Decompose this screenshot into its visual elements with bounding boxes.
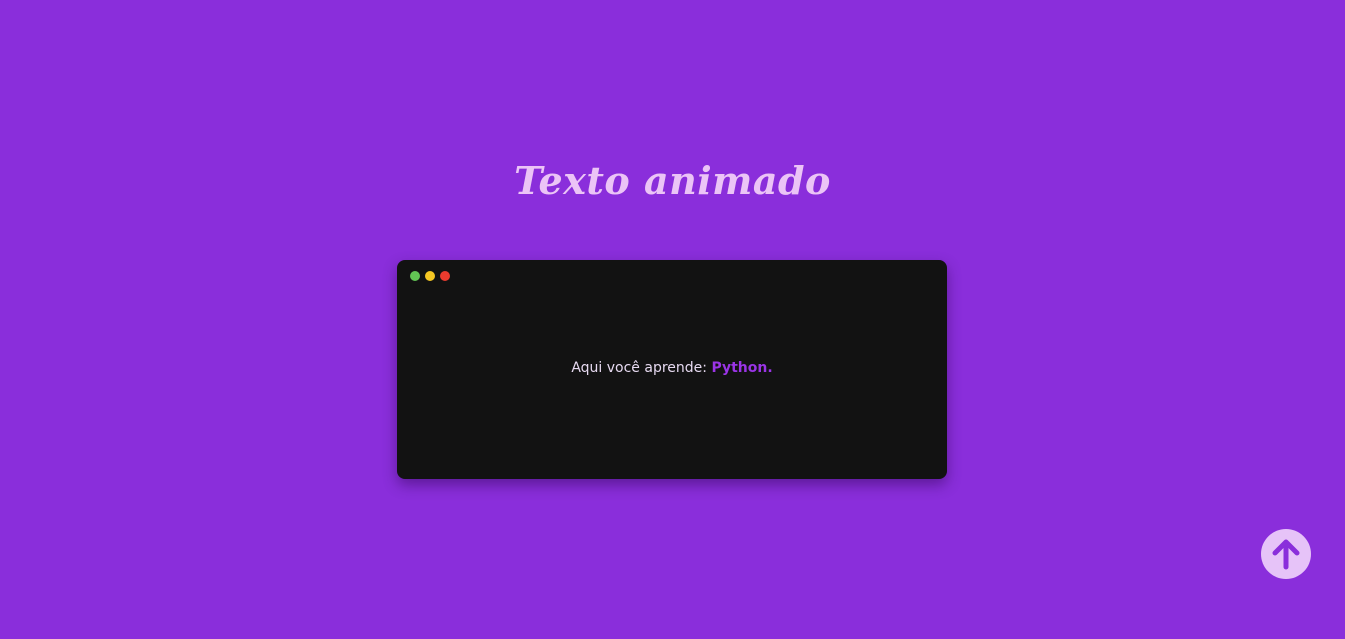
scroll-to-top-button[interactable] [1261, 529, 1311, 579]
yellow-dot-icon [425, 271, 435, 281]
page-title: Texto animado [514, 158, 831, 203]
animated-text-line: Aqui você aprende: Python. [397, 360, 947, 376]
green-dot-icon [410, 271, 420, 281]
window-controls [410, 271, 450, 281]
animated-text-word: Python. [711, 360, 773, 376]
arrow-up-icon [1272, 539, 1300, 570]
terminal-window: Aqui você aprende: Python. [397, 260, 947, 479]
animated-text-prefix: Aqui você aprende: [571, 360, 712, 376]
red-dot-icon [440, 271, 450, 281]
